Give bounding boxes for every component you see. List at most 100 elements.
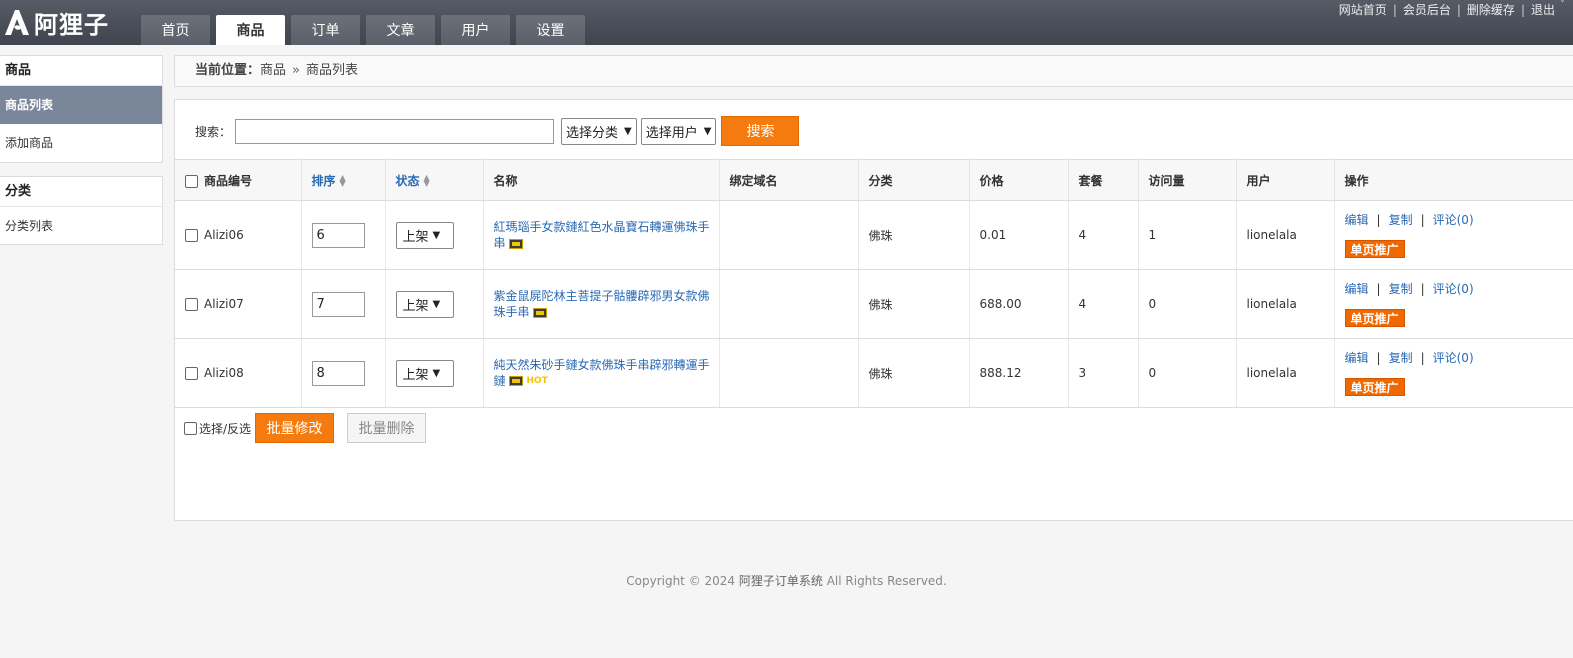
top-link[interactable]: 退出 xyxy=(1531,1,1555,18)
system-name: 阿狸子订单系统 xyxy=(738,574,823,588)
goods-name-link[interactable]: 紅瑪瑙手女款鏈紅色水晶寶石轉運佛珠手串 xyxy=(494,220,710,250)
image-icon xyxy=(508,238,523,249)
chevron-down-icon: ▼ xyxy=(432,298,441,310)
comments-link[interactable]: 评论(0) xyxy=(1433,282,1474,296)
cell-domain xyxy=(719,269,859,339)
user-select-value: 选择用户 xyxy=(645,125,698,141)
brand-logo[interactable]: 阿狸子 xyxy=(2,6,109,39)
user-select[interactable]: 选择用户 ▼ xyxy=(640,117,717,145)
link-separator: | xyxy=(1392,2,1397,17)
top-link[interactable]: 网站首页 xyxy=(1339,1,1387,18)
select-toggle-checkbox[interactable] xyxy=(184,421,197,435)
sidebar-item-add-goods[interactable]: 添加商品 xyxy=(0,124,162,162)
tab-2[interactable]: 订单 xyxy=(291,15,360,45)
sort-icon: ▲ ▼ xyxy=(339,173,346,188)
edit-link[interactable]: 编辑 xyxy=(1345,282,1369,296)
top-link[interactable]: 会员后台 xyxy=(1403,1,1451,18)
top-header: 阿狸子 首页 商品 订单 文章 用户 设置 网站首页 | 会员后台 | 删除缓存 | 退出 ˇ xyxy=(0,0,1573,45)
row-checkbox[interactable] xyxy=(185,229,198,242)
top-links: 网站首页 | 会员后台 | 删除缓存 | 退出 xyxy=(1339,1,1555,18)
col-visits: 访问量 xyxy=(1138,159,1237,201)
sidebar-group-category: 分类 分类列表 xyxy=(0,176,163,245)
search-input[interactable] xyxy=(235,118,555,144)
breadcrumb-prefix: 当前位置： xyxy=(195,63,261,78)
image-icon xyxy=(532,307,547,318)
col-sort[interactable]: 排序 ▲ ▼ xyxy=(301,159,386,201)
row-checkbox[interactable] xyxy=(185,298,198,311)
batch-delete-button[interactable]: 批量删除 xyxy=(347,413,427,443)
status-select[interactable]: 上架 ▼ xyxy=(395,359,454,387)
tab-4[interactable]: 用户 xyxy=(441,15,510,45)
cell-user: lionelala xyxy=(1236,269,1335,339)
breadcrumb: 当前位置：商品 » 商品列表 xyxy=(174,55,1573,87)
tab-5[interactable]: 设置 xyxy=(516,15,585,45)
batch-modify-button[interactable]: 批量修改 xyxy=(255,413,335,443)
category-select-value: 选择分类 xyxy=(566,125,619,141)
breadcrumb-item[interactable]: 商品列表 xyxy=(306,63,358,78)
copy-link[interactable]: 复制 xyxy=(1389,282,1413,296)
col-id-label: 商品编号 xyxy=(204,173,253,188)
select-all-checkbox[interactable] xyxy=(185,174,198,188)
col-id: 商品编号 xyxy=(175,159,302,201)
copy-link[interactable]: 复制 xyxy=(1389,213,1413,227)
copy-link[interactable]: 复制 xyxy=(1389,351,1413,365)
comments-link[interactable]: 评论(0) xyxy=(1433,351,1474,365)
status-value: 上架 xyxy=(402,367,429,383)
tab-3[interactable]: 文章 xyxy=(366,15,435,45)
category-select[interactable]: 选择分类 ▼ xyxy=(561,117,637,145)
top-link[interactable]: 删除缓存 xyxy=(1467,1,1515,18)
sort-icon: ▲ ▼ xyxy=(423,173,430,188)
col-category: 分类 xyxy=(858,159,970,201)
search-button[interactable]: 搜索 xyxy=(721,116,800,146)
promote-button[interactable]: 单页推广 xyxy=(1344,378,1405,396)
cell-packages: 4 xyxy=(1068,200,1139,270)
promote-button[interactable]: 单页推广 xyxy=(1344,309,1405,327)
image-icon xyxy=(508,376,523,387)
sidebar-group-goods: 商品 商品列表 添加商品 xyxy=(0,55,163,163)
fox-logo-icon xyxy=(2,7,32,37)
double-chevron-right-icon: » xyxy=(292,63,300,78)
chevron-down-icon: ▼ xyxy=(624,125,632,137)
cell-user: lionelala xyxy=(1236,200,1335,270)
cell-sort: 7 xyxy=(301,269,386,339)
rights-text: All Rights Reserved. xyxy=(822,574,947,588)
cell-price: 888.12 xyxy=(969,338,1069,408)
table-header-row: 商品编号 排序 ▲ ▼ 状态 ▲ ▼ 名称 绑定域名 分类 价格 套餐 访问量 用户 操… xyxy=(175,159,1573,201)
cell-packages: 3 xyxy=(1068,338,1139,408)
col-status-label: 状态 xyxy=(395,173,420,188)
search-bar: 搜索： 选择分类 ▼ 选择用户 ▼ 搜索 xyxy=(195,116,800,146)
col-status[interactable]: 状态 ▲ ▼ xyxy=(385,159,484,201)
sort-input[interactable]: 6 xyxy=(311,222,365,248)
status-select[interactable]: 上架 ▼ xyxy=(395,290,454,318)
cell-status: 上架 ▼ xyxy=(385,200,484,270)
promote-button[interactable]: 单页推广 xyxy=(1344,240,1405,258)
cell-domain xyxy=(719,200,859,270)
cell-name: 紅瑪瑙手女款鏈紅色水晶寶石轉運佛珠手串 xyxy=(483,200,720,270)
breadcrumb-item[interactable]: 商品 xyxy=(260,63,286,78)
sort-input[interactable]: 8 xyxy=(311,360,365,386)
tab-0[interactable]: 首页 xyxy=(141,15,210,45)
cell-price: 688.00 xyxy=(969,269,1069,339)
goods-id: Alizi07 xyxy=(204,297,244,311)
cell-name: 紫金鼠屍陀林主菩提子骷髏辟邪男女款佛珠手串 xyxy=(483,269,720,339)
tab-1[interactable]: 商品 xyxy=(216,15,285,45)
sort-input[interactable]: 7 xyxy=(311,291,365,317)
goods-name-link[interactable]: 純天然朱砂手鏈女款佛珠手串辟邪轉運手鏈 xyxy=(494,358,710,388)
status-select[interactable]: 上架 ▼ xyxy=(395,221,454,249)
edit-link[interactable]: 编辑 xyxy=(1345,213,1369,227)
status-value: 上架 xyxy=(402,298,429,314)
sidebar-item-goods-list[interactable]: 商品列表 xyxy=(0,86,162,124)
cell-user: lionelala xyxy=(1236,338,1335,408)
select-toggle-label[interactable]: 选择/反选 xyxy=(199,420,251,437)
goods-name-link[interactable]: 紫金鼠屍陀林主菩提子骷髏辟邪男女款佛珠手串 xyxy=(494,289,710,319)
cell-visits: 0 xyxy=(1138,338,1237,408)
sidebar-item-category-list[interactable]: 分类列表 xyxy=(0,207,162,245)
chevron-down-icon: ▼ xyxy=(432,229,441,241)
row-checkbox[interactable] xyxy=(185,367,198,380)
col-sort-label: 排序 xyxy=(311,173,336,188)
main-panel: 搜索： 选择分类 ▼ 选择用户 ▼ 搜索 商品编号 排序 ▲ ▼ 状态 ▲ ▼ 名称 绑定域… xyxy=(174,99,1573,521)
edit-link[interactable]: 编辑 xyxy=(1345,351,1369,365)
comments-link[interactable]: 评论(0) xyxy=(1433,213,1474,227)
footer: Copyright © 2024 阿狸子订单系统 All Rights Rese… xyxy=(0,572,1573,589)
cell-id: Alizi08 xyxy=(175,338,302,408)
